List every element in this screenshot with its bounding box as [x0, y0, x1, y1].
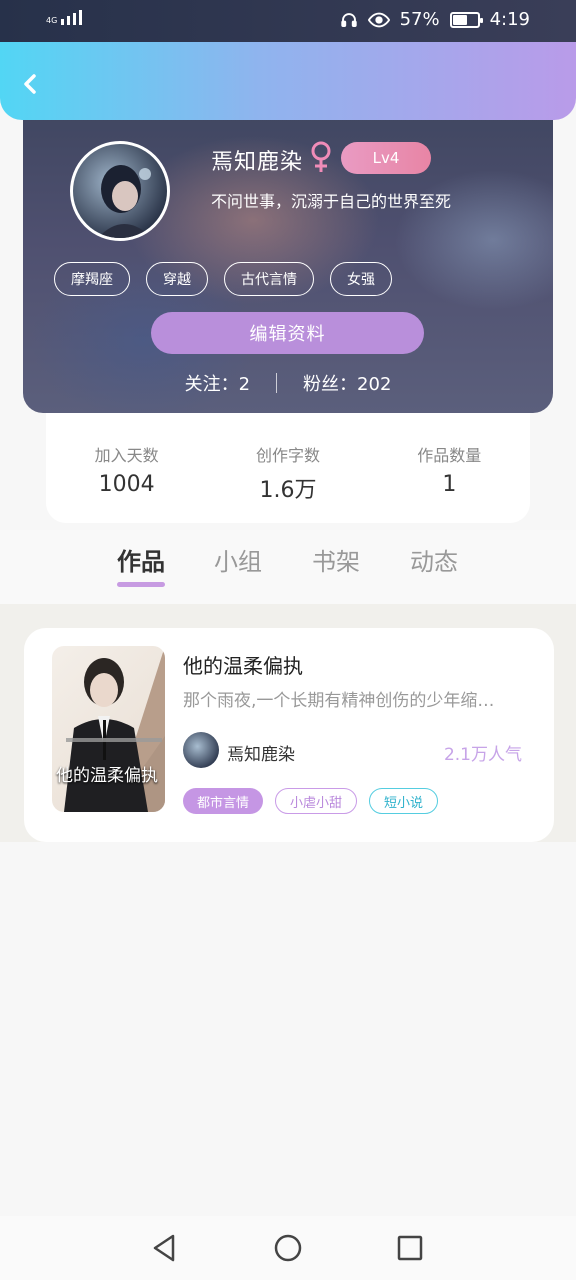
signal-indicator: 4G [46, 10, 82, 25]
nav-recents-icon[interactable] [394, 1232, 426, 1264]
tab-indicator [117, 582, 165, 587]
profile-tags: 摩羯座 穿越 古代言情 女强 [54, 262, 392, 296]
work-description: 那个雨夜,一个长期有精神创伤的少年缩… [183, 691, 495, 711]
work-tag[interactable]: 小虐小甜 [275, 788, 358, 814]
work-tag[interactable]: 短小说 [369, 788, 439, 814]
battery-icon [449, 11, 483, 28]
stat-label: 创作字数 [255, 446, 320, 465]
work-tag[interactable]: 都市言情 [183, 788, 264, 814]
book-cover[interactable]: 他的温柔偏执 [52, 646, 165, 812]
headphones-icon [340, 12, 357, 27]
profile-card: 焉知鹿染 Lv4 不问世事，沉溺于自己的世界至死 摩羯座 穿越 古代言情 女强 … [23, 100, 553, 413]
stat-label: 作品数量 [417, 446, 482, 465]
nav-back-icon[interactable] [149, 1232, 181, 1264]
stat-value: 1.6万 [259, 478, 317, 503]
author-name[interactable]: 焉知鹿染 [227, 740, 295, 765]
work-tags: 都市言情 小虐小甜 短小说 [183, 788, 439, 814]
battery-percent: 57% [399, 9, 440, 30]
tab-works[interactable]: 作品 [117, 542, 165, 577]
back-button[interactable] [14, 68, 46, 100]
level-badge: Lv4 [341, 142, 431, 174]
stat-value: 1004 [98, 472, 155, 497]
author-avatar[interactable] [183, 732, 219, 768]
popularity-count: 2.1万人气 [443, 745, 522, 765]
divider [276, 373, 278, 393]
tab-bookshelf[interactable]: 书架 [312, 542, 360, 577]
avatar[interactable] [70, 141, 170, 241]
network-type: 4G [46, 16, 58, 25]
follow-stats: 关注：2 粉丝：202 [23, 370, 553, 396]
profile-tag[interactable]: 女强 [330, 262, 392, 296]
nav-home-icon[interactable] [272, 1232, 304, 1264]
stat-works-count: 作品数量 1 [374, 442, 524, 523]
username: 焉知鹿染 [211, 150, 304, 175]
eye-icon [367, 12, 390, 27]
profile-tag[interactable]: 穿越 [146, 262, 208, 296]
female-icon [311, 141, 331, 172]
stat-value: 1 [442, 472, 457, 497]
clock: 4:19 [489, 9, 530, 30]
system-nav-bar [0, 1216, 576, 1280]
status-bar: 4G 57% 4:19 [0, 0, 576, 42]
stat-label: 加入天数 [94, 446, 159, 465]
stats-card: 加入天数 1004 创作字数 1.6万 作品数量 1 [46, 400, 530, 523]
profile-tag[interactable]: 摩羯座 [54, 262, 130, 296]
header [0, 42, 576, 120]
tab-activity[interactable]: 动态 [410, 542, 458, 577]
followers-count[interactable]: 粉丝：202 [303, 370, 391, 396]
works-list: 他的温柔偏执 他的温柔偏执 那个雨夜,一个长期有精神创伤的少年缩… 焉知鹿染 2… [0, 604, 576, 842]
cover-title: 他的温柔偏执 [56, 766, 158, 786]
tab-groups[interactable]: 小组 [214, 542, 262, 577]
following-count[interactable]: 关注：2 [185, 370, 250, 396]
work-title[interactable]: 他的温柔偏执 [183, 650, 303, 679]
stat-word-count: 创作字数 1.6万 [213, 442, 363, 523]
signature: 不问世事，沉溺于自己的世界至死 [211, 192, 452, 211]
stat-join-days: 加入天数 1004 [52, 442, 202, 523]
back-icon [24, 74, 36, 94]
profile-tag[interactable]: 古代言情 [224, 262, 314, 296]
edit-profile-button[interactable]: 编辑资料 [151, 312, 424, 354]
work-card[interactable]: 他的温柔偏执 他的温柔偏执 那个雨夜,一个长期有精神创伤的少年缩… 焉知鹿染 2… [24, 628, 554, 842]
tab-bar: 作品 小组 书架 动态 [0, 530, 576, 604]
